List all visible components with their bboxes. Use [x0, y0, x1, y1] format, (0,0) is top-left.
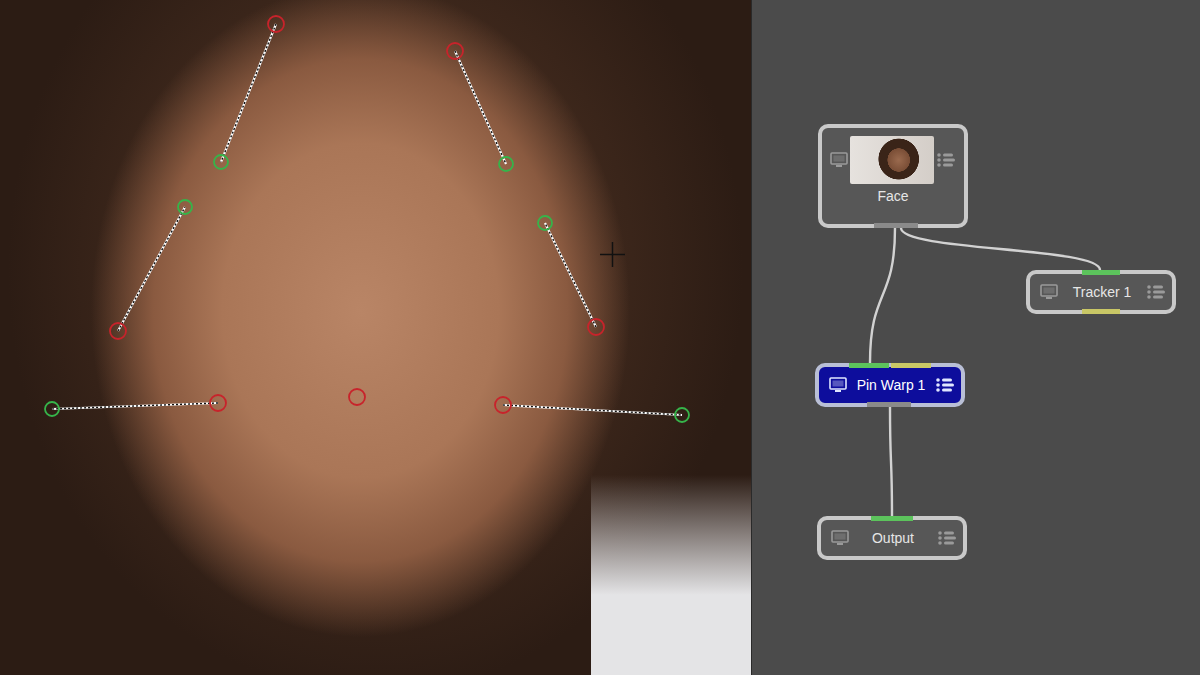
monitor-icon[interactable] [830, 152, 848, 168]
target-pin[interactable] [45, 402, 59, 416]
target-pin[interactable] [499, 157, 513, 171]
options-icon[interactable] [935, 377, 955, 393]
input-port[interactable] [1082, 270, 1120, 275]
target-pin[interactable] [538, 216, 552, 230]
node-label: Tracker 1 [1062, 284, 1142, 301]
node-label: Pin Warp 1 [851, 377, 931, 394]
node-label: Output [853, 530, 933, 547]
source-pin[interactable] [447, 43, 463, 59]
node-link[interactable] [870, 228, 895, 363]
options-icon[interactable] [1146, 284, 1166, 300]
link-layer [752, 0, 1200, 675]
viewer[interactable] [0, 0, 752, 675]
source-pin[interactable] [268, 16, 284, 32]
monitor-icon[interactable] [829, 377, 847, 393]
graph-node[interactable]: Output [817, 516, 967, 560]
pin[interactable] [447, 43, 513, 171]
pin-overlay [0, 0, 752, 675]
source-pin[interactable] [210, 395, 226, 411]
options-icon[interactable] [937, 530, 957, 546]
source-pin[interactable] [495, 397, 511, 413]
node-label: Face [877, 188, 908, 204]
pin[interactable] [349, 389, 365, 405]
node-link[interactable] [890, 407, 892, 516]
crosshair-cursor-icon [600, 242, 625, 267]
node-link[interactable] [901, 228, 1100, 270]
graph-node[interactable]: Pin Warp 1 [815, 363, 965, 407]
graph-node[interactable]: Face [818, 124, 968, 228]
pin[interactable] [495, 397, 689, 422]
monitor-icon[interactable] [1040, 284, 1058, 300]
source-pin[interactable] [588, 319, 604, 335]
source-pin[interactable] [110, 323, 126, 339]
input-port[interactable] [849, 363, 889, 368]
output-port[interactable] [874, 223, 918, 228]
input-port[interactable] [871, 516, 913, 521]
output-port[interactable] [867, 402, 911, 407]
pin[interactable] [214, 16, 284, 169]
pin[interactable] [45, 395, 226, 416]
pin[interactable] [538, 216, 604, 335]
target-pin[interactable] [675, 408, 689, 422]
pin[interactable] [110, 200, 192, 339]
node-graph[interactable]: Face Tracker 1 Pin Warp 1 Output [752, 0, 1200, 675]
monitor-icon[interactable] [831, 530, 849, 546]
output-port[interactable] [1082, 309, 1120, 314]
thumbnail [850, 136, 934, 184]
options-icon[interactable] [936, 152, 956, 168]
source-pin[interactable] [349, 389, 365, 405]
target-pin[interactable] [178, 200, 192, 214]
input-port[interactable] [891, 363, 931, 368]
target-pin[interactable] [214, 155, 228, 169]
graph-node[interactable]: Tracker 1 [1026, 270, 1176, 314]
